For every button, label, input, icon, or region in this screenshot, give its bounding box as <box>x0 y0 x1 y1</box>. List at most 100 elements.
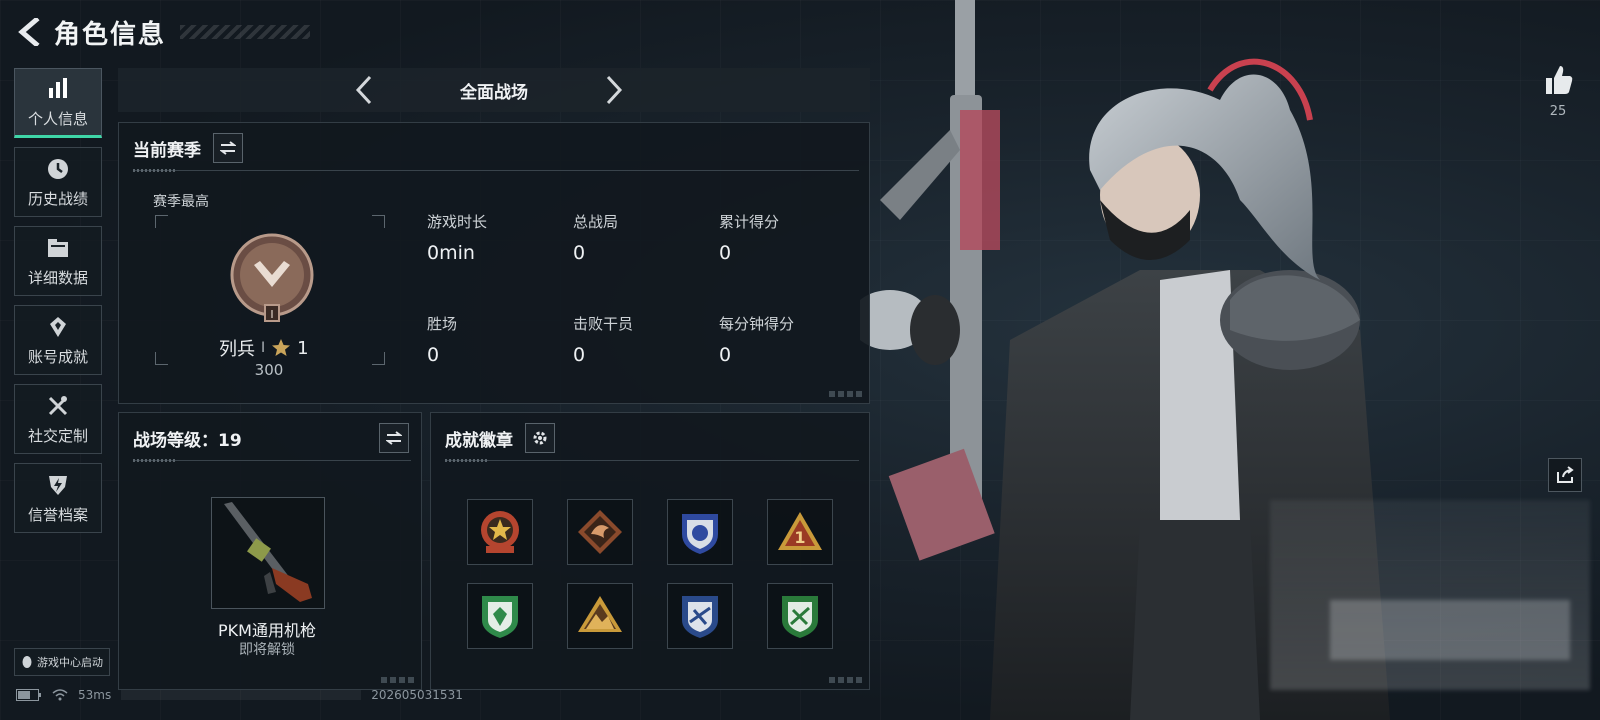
stat-label: 每分钟得分 <box>719 315 795 333</box>
achievement-icon <box>45 314 71 340</box>
stat-score-per-minute: 每分钟得分 0 <box>719 313 859 366</box>
session-id: 202605031531 <box>371 688 463 702</box>
battle-level-panel: 战场等级：19 PKM通用机枪 即将解锁 <box>118 412 422 690</box>
mode-selector: 全面战场 <box>118 68 870 112</box>
mode-title: 全面战场 <box>460 82 528 103</box>
mode-next-button[interactable] <box>598 74 630 106</box>
chevron-right-icon <box>606 75 623 105</box>
blurred-overlay <box>1270 500 1590 690</box>
stat-total-matches: 总战局 0 <box>573 211 713 264</box>
sidebar-item-label: 信誉档案 <box>27 505 88 524</box>
badge-4[interactable]: 1 <box>767 499 833 565</box>
back-arrow-icon <box>18 18 40 46</box>
sidebar: 个人信息 历史战绩 详细数据 账号成就 社交定制 信誉档案 <box>14 68 104 542</box>
star-icon <box>272 339 291 356</box>
tools-icon <box>45 393 71 419</box>
stat-label: 击败干员 <box>573 315 634 333</box>
badge-5[interactable] <box>467 583 533 649</box>
stat-play-time: 游戏时长 0min <box>427 211 567 264</box>
stat-label: 游戏时长 <box>427 213 488 231</box>
stat-value: 0 <box>427 344 440 366</box>
sidebar-item-detailed-data[interactable]: 详细数据 <box>14 226 102 296</box>
machine-gun-icon <box>224 502 312 602</box>
game-center-launch-button[interactable]: 游戏中心启动 <box>14 648 110 676</box>
dragon-emblem-icon <box>578 510 622 554</box>
gear-icon <box>533 431 547 445</box>
shield-blue-emblem-icon <box>682 514 718 554</box>
stat-value: 0min <box>427 242 475 264</box>
stat-value: 0 <box>719 242 732 264</box>
season-switch-button[interactable] <box>213 133 243 163</box>
blurred-info <box>121 690 362 700</box>
achievement-title: 成就徽章 <box>445 430 513 451</box>
sidebar-item-label: 个人信息 <box>27 109 88 128</box>
stat-value: 0 <box>573 344 586 366</box>
page-header: 角色信息 <box>14 14 311 50</box>
swap-icon <box>220 141 236 155</box>
stat-label: 总战局 <box>573 213 619 231</box>
like-count: 25 <box>1549 104 1567 119</box>
sidebar-item-personal-info[interactable]: 个人信息 <box>14 68 102 138</box>
wifi-icon <box>52 689 68 701</box>
battery-icon <box>16 689 41 701</box>
badge-2[interactable] <box>567 499 633 565</box>
folder-icon <box>45 235 71 261</box>
badge-1[interactable] <box>467 499 533 565</box>
ping-value: 53ms <box>78 688 112 702</box>
stat-label: 累计得分 <box>719 213 780 231</box>
achievement-divider <box>445 459 859 462</box>
badge-6[interactable] <box>567 583 633 649</box>
badge-7[interactable] <box>667 583 733 649</box>
stat-value: 0 <box>573 242 586 264</box>
back-button[interactable] <box>14 17 44 47</box>
battle-level-divider <box>133 459 411 462</box>
corner-decoration <box>829 391 863 397</box>
badge-8[interactable] <box>767 583 833 649</box>
rank-name: 列兵 <box>219 339 255 360</box>
swap-icon <box>386 431 402 445</box>
sidebar-item-label: 历史战绩 <box>27 189 88 208</box>
like-button[interactable]: 25 <box>1538 64 1578 119</box>
achievement-header: 成就徽章 <box>445 423 555 453</box>
mountain-emblem-icon <box>578 596 622 632</box>
title-decoration <box>180 25 311 39</box>
page-title: 角色信息 <box>54 19 167 50</box>
achievement-settings-button[interactable] <box>525 423 555 453</box>
rank-score: 300 <box>254 361 284 379</box>
mode-prev-button[interactable] <box>348 74 380 106</box>
battle-level-header: 战场等级：19 <box>133 423 409 453</box>
triangle-one-emblem-icon: 1 <box>778 512 822 550</box>
launch-label: 游戏中心启动 <box>37 656 103 669</box>
rank-name-row: 列兵 I 1 <box>219 335 349 361</box>
achievement-badges-panel: 成就徽章 1 <box>430 412 870 690</box>
share-button[interactable] <box>1548 458 1582 492</box>
share-icon <box>1557 466 1574 483</box>
badge-3[interactable] <box>667 499 733 565</box>
shield-green-emblem-icon <box>482 596 518 638</box>
corner-decoration <box>381 677 415 683</box>
sidebar-item-achievements[interactable]: 账号成就 <box>14 305 102 375</box>
bar-chart-icon <box>45 76 71 102</box>
weapon-unlock-status: 即将解锁 <box>239 642 295 658</box>
sidebar-item-label: 账号成就 <box>27 347 88 366</box>
shield-blue-wing-emblem-icon <box>682 596 718 638</box>
stat-wins: 胜场 0 <box>427 313 567 366</box>
stat-value: 0 <box>719 344 732 366</box>
stat-label: 胜场 <box>427 315 458 333</box>
weapon-name: PKM通用机枪 <box>218 621 316 640</box>
shield-green-rifle-emblem-icon <box>782 596 818 638</box>
clock-icon <box>45 156 71 182</box>
battle-level-title: 战场等级：19 <box>133 430 242 451</box>
battle-level-switch-button[interactable] <box>379 423 409 453</box>
season-title: 当前赛季 <box>133 140 201 161</box>
sidebar-item-social-custom[interactable]: 社交定制 <box>14 384 102 454</box>
season-best-label: 赛季最高 <box>153 194 209 210</box>
stat-kills: 击败干员 0 <box>573 313 713 366</box>
sidebar-item-history[interactable]: 历史战绩 <box>14 147 102 217</box>
season-header: 当前赛季 <box>133 133 243 163</box>
weapon-reward-card[interactable] <box>211 497 325 609</box>
chevron-left-icon <box>355 75 372 105</box>
rank-emblem-icon: I <box>230 233 314 322</box>
emblem-numeral: I <box>270 308 273 321</box>
sidebar-item-reputation[interactable]: 信誉档案 <box>14 463 102 533</box>
